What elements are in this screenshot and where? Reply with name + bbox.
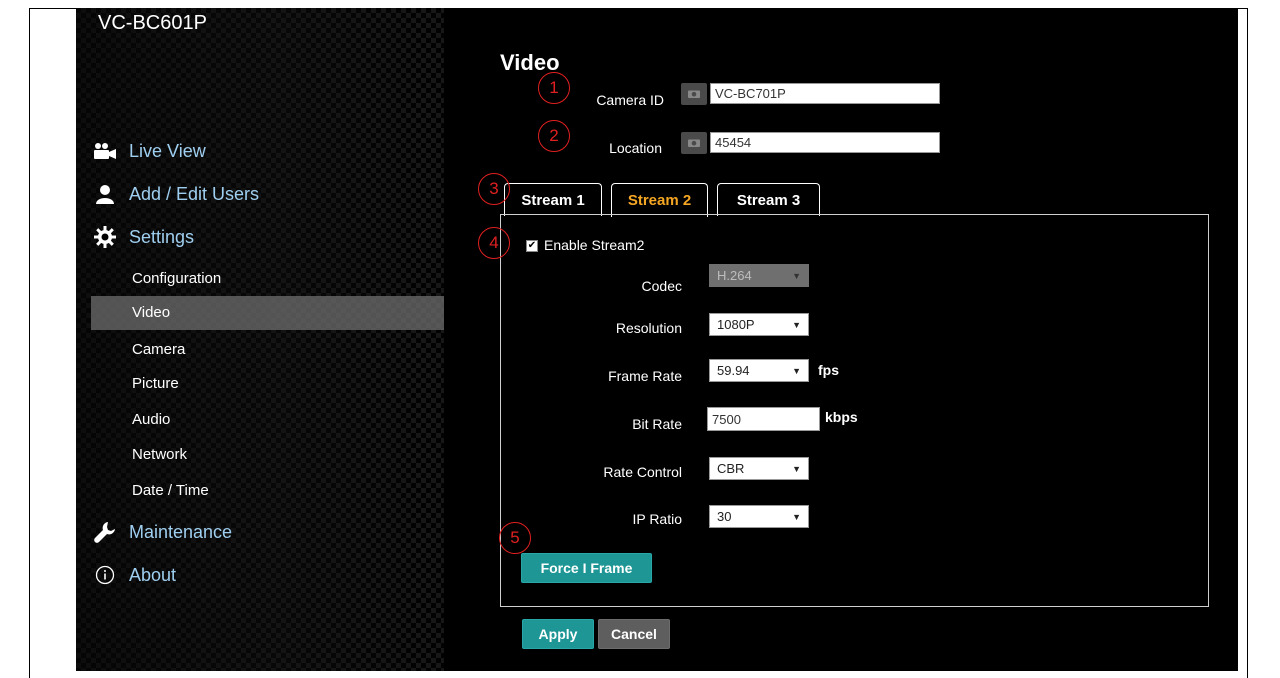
bit-rate-label: Bit Rate bbox=[632, 416, 682, 432]
rate-control-select[interactable]: CBR ▼ bbox=[709, 457, 809, 480]
bit-rate-unit: kbps bbox=[825, 409, 858, 425]
sub-item-audio[interactable]: Audio bbox=[132, 411, 170, 428]
main-content: Video Camera ID Location Stream 1 Stream… bbox=[444, 8, 1238, 671]
tab-stream-1[interactable]: Stream 1 bbox=[504, 183, 602, 216]
user-icon bbox=[93, 183, 117, 205]
frame-rate-unit: fps bbox=[818, 362, 839, 378]
rate-control-value: CBR bbox=[717, 461, 745, 476]
resolution-select[interactable]: 1080P ▼ bbox=[709, 313, 809, 336]
camera-icon bbox=[688, 134, 700, 152]
brand-name: VC-BC601P bbox=[98, 12, 207, 34]
nav-maintenance[interactable]: Maintenance bbox=[93, 521, 232, 543]
camera-web-ui: VC-BC601P Live View Add / Edit Users Set… bbox=[76, 8, 1238, 671]
sub-item-date-time[interactable]: Date / Time bbox=[132, 482, 209, 499]
resolution-label: Resolution bbox=[615, 320, 682, 336]
nav-about-label: About bbox=[129, 564, 177, 585]
cancel-button[interactable]: Cancel bbox=[598, 619, 670, 649]
callout-3: 3 bbox=[478, 173, 510, 205]
ip-ratio-select[interactable]: 30 ▼ bbox=[709, 505, 809, 528]
info-icon bbox=[93, 564, 117, 586]
nav-maintenance-label: Maintenance bbox=[129, 521, 233, 542]
location-input[interactable] bbox=[710, 132, 940, 153]
camera-id-label: Camera ID bbox=[596, 92, 664, 108]
camera-id-button[interactable] bbox=[681, 83, 707, 105]
location-label: Location bbox=[609, 140, 662, 156]
nav-add-edit-users-label: Add / Edit Users bbox=[129, 183, 260, 204]
dropdown-arrow-icon: ▼ bbox=[792, 511, 801, 522]
nav-live-view-label: Live View bbox=[129, 140, 206, 161]
sub-item-picture[interactable]: Picture bbox=[132, 375, 179, 392]
frame-rate-select[interactable]: 59.94 ▼ bbox=[709, 359, 809, 382]
sub-item-configuration[interactable]: Configuration bbox=[132, 270, 221, 287]
sidebar: VC-BC601P Live View Add / Edit Users Set… bbox=[76, 8, 444, 671]
enable-stream2-checkbox[interactable]: ✔ bbox=[526, 240, 538, 252]
resolution-value: 1080P bbox=[717, 317, 755, 332]
dropdown-arrow-icon: ▼ bbox=[792, 319, 801, 330]
dropdown-arrow-icon: ▼ bbox=[792, 365, 801, 376]
nav-live-view[interactable]: Live View bbox=[93, 140, 206, 162]
codec-label: Codec bbox=[641, 278, 682, 294]
dropdown-arrow-icon: ▼ bbox=[792, 270, 801, 281]
ip-ratio-value: 30 bbox=[717, 509, 732, 524]
dropdown-arrow-icon: ▼ bbox=[792, 463, 801, 474]
callout-2: 2 bbox=[538, 120, 570, 152]
callout-5: 5 bbox=[499, 522, 531, 554]
tab-stream-2[interactable]: Stream 2 bbox=[611, 183, 708, 217]
nav-settings-label: Settings bbox=[129, 226, 195, 247]
rate-control-label: Rate Control bbox=[603, 464, 682, 480]
frame-rate-value: 59.94 bbox=[717, 363, 750, 378]
codec-value: H.264 bbox=[717, 268, 752, 283]
wrench-icon bbox=[93, 521, 117, 543]
force-i-frame-button[interactable]: Force I Frame bbox=[521, 553, 652, 583]
codec-select: H.264 ▼ bbox=[709, 264, 809, 287]
camera-id-input[interactable] bbox=[710, 83, 940, 104]
sub-item-camera[interactable]: Camera bbox=[132, 341, 185, 358]
nav-about[interactable]: About bbox=[93, 564, 176, 586]
sub-item-network[interactable]: Network bbox=[132, 446, 187, 463]
callout-1: 1 bbox=[538, 72, 570, 104]
bit-rate-input[interactable] bbox=[707, 407, 820, 431]
ip-ratio-label: IP Ratio bbox=[632, 511, 682, 527]
callout-4: 4 bbox=[478, 227, 510, 259]
camera-icon bbox=[688, 85, 700, 103]
nav-add-edit-users[interactable]: Add / Edit Users bbox=[93, 183, 259, 205]
frame-rate-label: Frame Rate bbox=[608, 368, 682, 384]
video-camera-icon bbox=[93, 140, 117, 162]
enable-stream2-label: Enable Stream2 bbox=[544, 237, 645, 253]
apply-button[interactable]: Apply bbox=[522, 619, 594, 649]
location-button[interactable] bbox=[681, 132, 707, 154]
tab-stream-3[interactable]: Stream 3 bbox=[717, 183, 820, 216]
sub-item-video[interactable]: Video bbox=[132, 304, 170, 321]
gear-icon bbox=[93, 226, 117, 248]
nav-settings[interactable]: Settings bbox=[93, 226, 194, 248]
